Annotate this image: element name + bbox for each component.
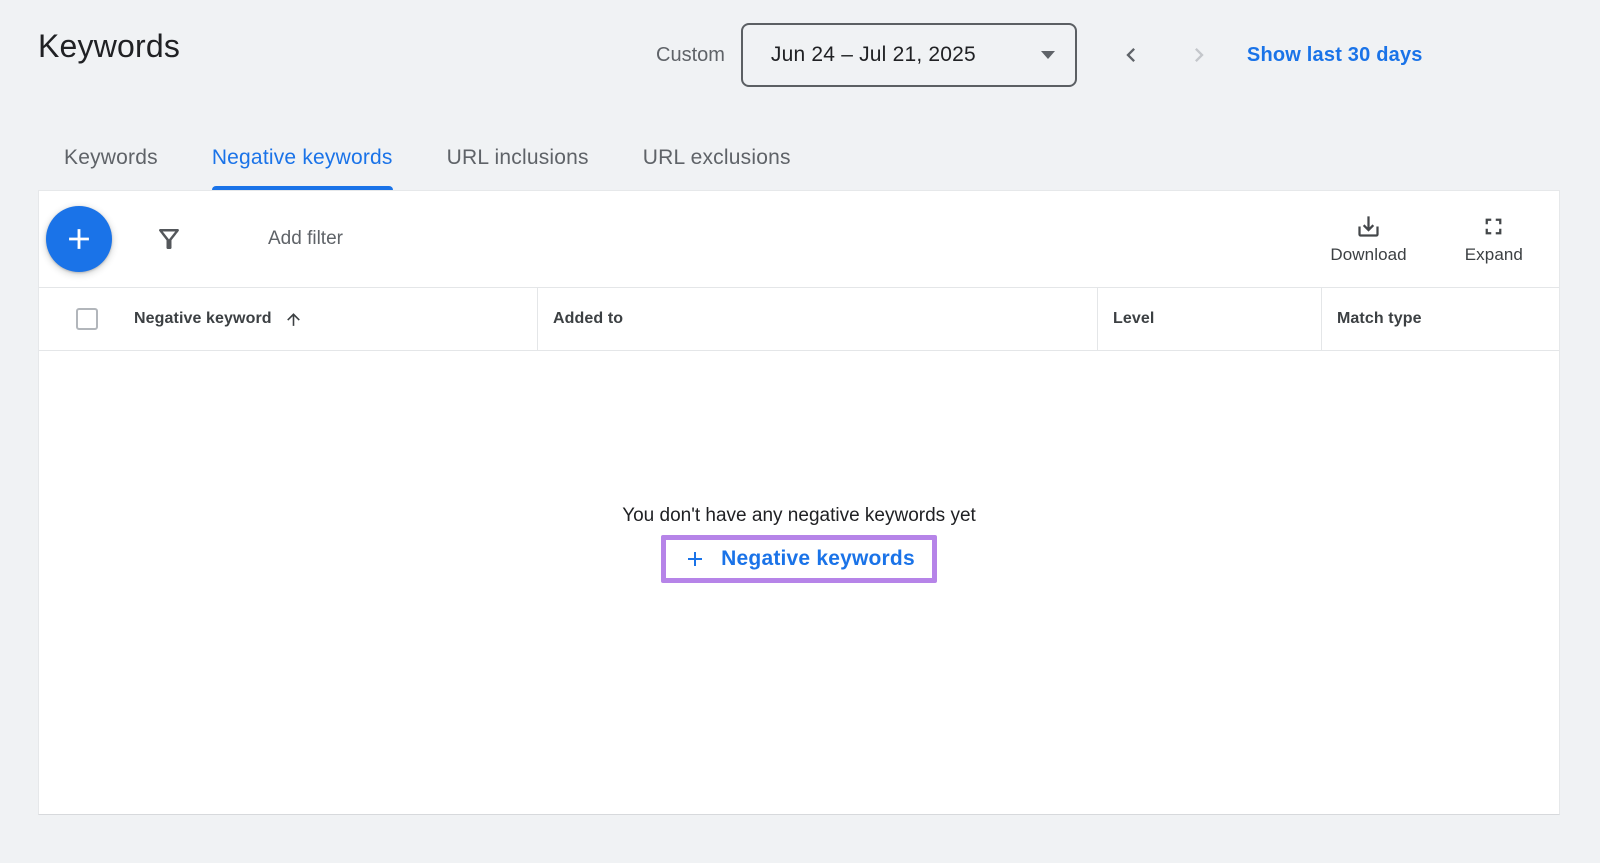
add-filter-button[interactable]: Add filter (268, 228, 343, 250)
show-last-30-days-link[interactable]: Show last 30 days (1247, 44, 1423, 67)
select-all-checkbox[interactable] (76, 308, 98, 330)
tab-url-inclusions[interactable]: URL inclusions (447, 126, 589, 190)
add-negative-keywords-button[interactable]: Negative keywords (675, 544, 923, 574)
tab-keywords[interactable]: Keywords (64, 126, 158, 190)
tab-label: URL exclusions (643, 146, 791, 170)
annotation-highlight-box: Negative keywords (661, 535, 937, 583)
download-tray-icon (1355, 213, 1382, 240)
column-header-match-type[interactable]: Match type (1321, 288, 1559, 350)
sort-ascending-arrow-icon (284, 310, 303, 329)
empty-state-message: You don't have any negative keywords yet (622, 505, 976, 527)
chevron-left-icon (1117, 41, 1145, 69)
column-header-negative-keyword[interactable]: Negative keyword (39, 288, 537, 350)
date-range-value: Jun 24 – Jul 21, 2025 (771, 43, 976, 67)
date-range-picker[interactable]: Jun 24 – Jul 21, 2025 (741, 23, 1077, 87)
tab-url-exclusions[interactable]: URL exclusions (643, 126, 791, 190)
add-negative-keyword-button[interactable] (46, 206, 112, 272)
plus-icon (62, 222, 96, 256)
tab-label: URL inclusions (447, 146, 589, 170)
plus-icon (683, 547, 707, 571)
top-bar: Keywords Custom Jun 24 – Jul 21, 2025 Sh… (0, 0, 1600, 126)
empty-state: You don't have any negative keywords yet… (39, 351, 1559, 813)
date-range-controls: Custom Jun 24 – Jul 21, 2025 Show last 3… (656, 0, 1423, 110)
tab-negative-keywords[interactable]: Negative keywords (212, 126, 393, 190)
tab-label: Keywords (64, 146, 158, 170)
expand-label: Expand (1465, 245, 1523, 265)
triangle-down-icon (1041, 51, 1055, 59)
download-label: Download (1330, 245, 1406, 265)
negative-keywords-table-card: Add filter Download Expand Negative keyw… (38, 190, 1560, 815)
column-label: Level (1113, 310, 1154, 328)
fullscreen-corners-icon (1480, 213, 1507, 240)
column-label: Match type (1337, 310, 1422, 328)
column-label: Added to (553, 310, 623, 328)
download-button[interactable]: Download (1330, 213, 1406, 265)
funnel-icon (154, 224, 184, 254)
column-label: Negative keyword (134, 310, 272, 328)
column-header-added-to[interactable]: Added to (537, 288, 1097, 350)
column-header-level[interactable]: Level (1097, 288, 1321, 350)
table-header-row: Negative keyword Added to Level Match ty… (39, 288, 1559, 351)
chevron-right-icon (1185, 41, 1213, 69)
expand-button[interactable]: Expand (1465, 213, 1523, 265)
add-negative-keywords-label: Negative keywords (721, 547, 915, 571)
tab-bar: Keywords Negative keywords URL inclusion… (64, 126, 1600, 190)
date-range-type-label: Custom (656, 44, 725, 67)
next-period-button[interactable] (1185, 41, 1213, 69)
filter-button[interactable] (154, 224, 184, 254)
table-toolbar: Add filter Download Expand (39, 191, 1559, 288)
previous-period-button[interactable] (1117, 41, 1145, 69)
tab-label: Negative keywords (212, 146, 393, 170)
page-title: Keywords (38, 28, 180, 65)
